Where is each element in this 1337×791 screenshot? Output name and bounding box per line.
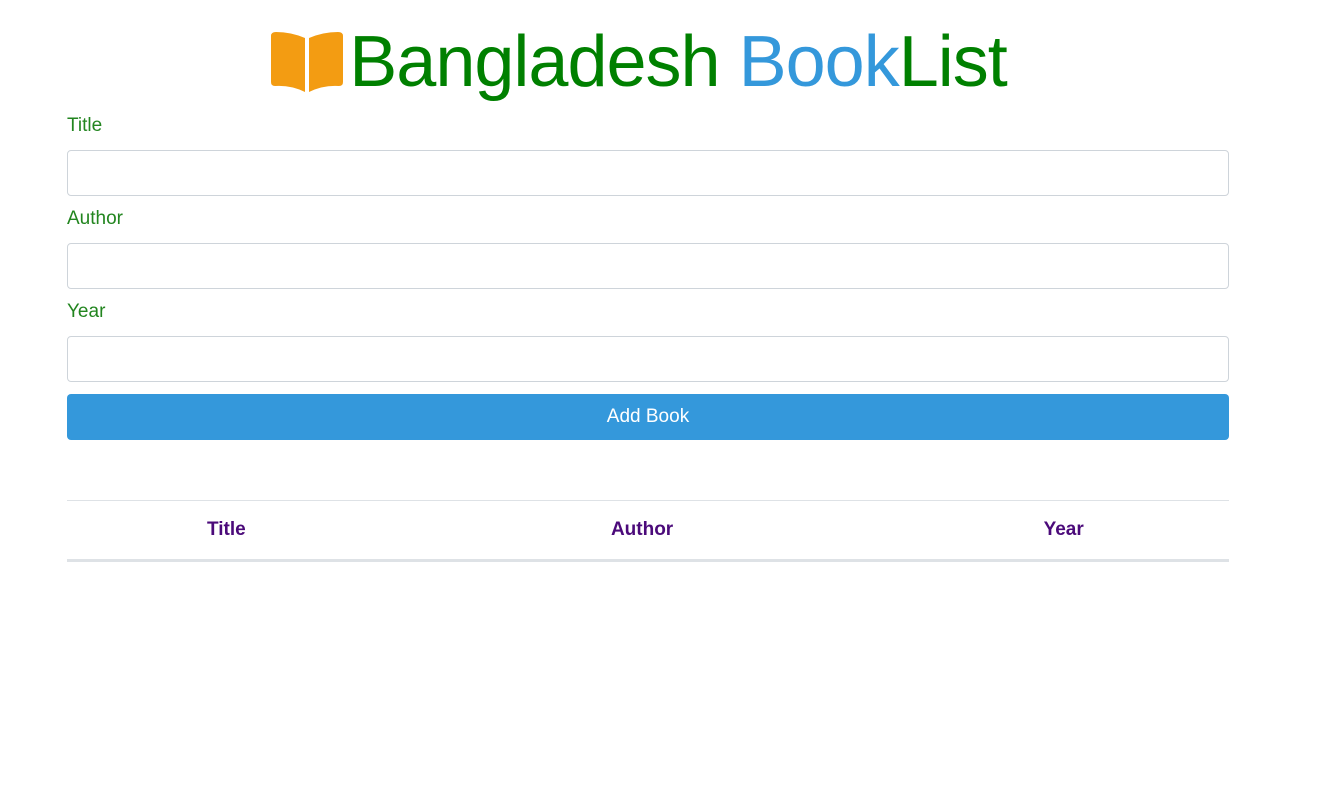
- brand-title-list: List: [898, 22, 1008, 102]
- page-title: Bangladesh BookList: [267, 22, 1008, 102]
- title-input[interactable]: [67, 150, 1229, 196]
- year-input[interactable]: [67, 336, 1229, 382]
- book-table-head: Title Author Year: [67, 500, 1229, 562]
- author-field-group: Author: [67, 208, 1229, 289]
- title-label: Title: [67, 115, 103, 136]
- app-container: Bangladesh BookList Title Author Year Ad…: [67, 0, 1229, 562]
- author-label: Author: [67, 208, 123, 229]
- add-book-button[interactable]: Add Book: [67, 394, 1229, 440]
- book-form: Title Author Year Add Book: [67, 115, 1229, 440]
- brand-title: Bangladesh BookList: [349, 22, 1008, 102]
- brand-title-bangladesh: Bangladesh: [349, 22, 720, 102]
- column-header-title: Title: [67, 500, 386, 562]
- column-header-author: Author: [385, 500, 899, 562]
- table-header-row: Title Author Year: [67, 500, 1229, 562]
- open-book-icon: [267, 30, 347, 94]
- brand-title-book: Book: [738, 22, 900, 102]
- page-header: Bangladesh BookList: [67, 0, 1229, 115]
- author-input[interactable]: [67, 243, 1229, 289]
- year-label: Year: [67, 301, 106, 322]
- year-field-group: Year: [67, 301, 1229, 382]
- book-table: Title Author Year: [67, 500, 1229, 562]
- column-header-year: Year: [898, 500, 1229, 562]
- title-field-group: Title: [67, 115, 1229, 196]
